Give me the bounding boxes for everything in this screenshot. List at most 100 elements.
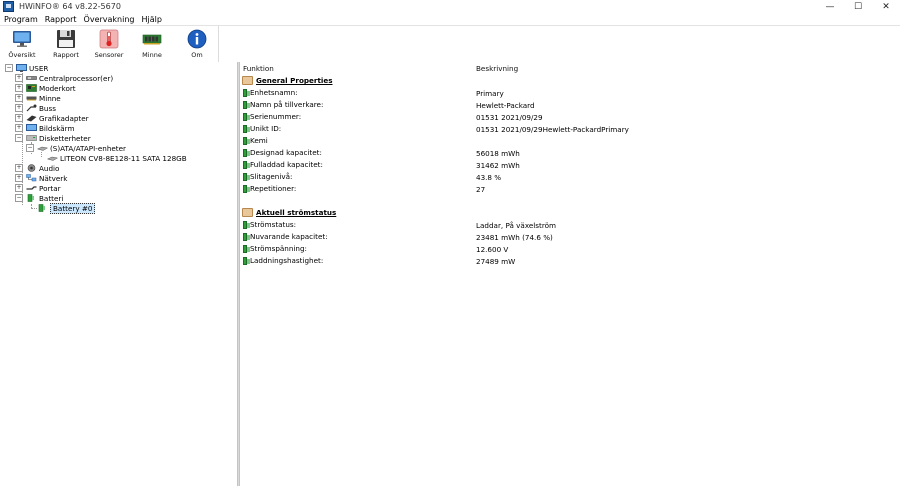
row-name: Designad kapacitet: [250, 148, 322, 157]
expand-icon[interactable]: + [15, 104, 23, 112]
table-row[interactable]: Slitagenivå: [243, 171, 292, 182]
tree-item-root[interactable]: − USER [5, 63, 48, 73]
speaker-icon [26, 164, 37, 172]
app-icon [3, 1, 14, 12]
sensors-button[interactable]: Sensorer [87, 29, 131, 59]
battery-icon [243, 184, 250, 193]
close-button[interactable]: ✕ [872, 0, 900, 13]
expand-icon[interactable]: + [15, 84, 23, 92]
battery-icon [243, 148, 250, 157]
battery-icon [243, 112, 250, 121]
battery-icon [243, 88, 250, 97]
collapse-icon[interactable]: − [5, 64, 13, 72]
about-button[interactable]: Om [175, 29, 219, 59]
tree-item-liteon[interactable]: LITEON CV8-8E128-11 SATA 128GB [46, 153, 187, 163]
tree-label: Nätverk [39, 173, 68, 183]
expand-icon[interactable]: + [15, 74, 23, 82]
gpu-icon [26, 114, 37, 122]
tree-item-audio[interactable]: + Audio [15, 163, 59, 173]
tree-item-memory[interactable]: + Minne [15, 93, 61, 103]
expand-icon[interactable]: + [15, 174, 23, 182]
expand-icon[interactable]: + [15, 114, 23, 122]
info-icon [187, 29, 207, 49]
maximize-button[interactable]: ☐ [844, 0, 872, 13]
row-value: Primary [476, 89, 504, 98]
tree-item-network[interactable]: + Nätverk [15, 173, 67, 183]
disk-icon [46, 154, 59, 162]
row-name: Fulladdad kapacitet: [250, 160, 323, 169]
column-header-description[interactable]: Beskrivning [476, 64, 518, 73]
port-icon [26, 184, 37, 192]
expand-icon[interactable]: + [15, 164, 23, 172]
table-row[interactable]: Serienummer: [243, 111, 301, 122]
minimize-button[interactable]: — [816, 0, 844, 13]
row-value: 01531 2021/09/29 [476, 113, 543, 122]
report-button[interactable]: Rapport [44, 29, 88, 59]
tree-item-sata[interactable]: − (S)ATA/ATAPI-enheter [26, 143, 126, 153]
tree-label: Buss [39, 103, 56, 113]
battery-icon [37, 204, 48, 212]
battery-icon [243, 220, 250, 229]
table-row[interactable]: Fulladdad kapacitet: [243, 159, 323, 170]
sensors-label: Sensorer [94, 51, 124, 59]
drive-icon [26, 134, 37, 142]
expand-icon[interactable]: + [15, 124, 23, 132]
menu-hjalp[interactable]: Hjälp [137, 15, 164, 24]
row-name: Namn på tillverkare: [250, 100, 324, 109]
row-value: 31462 mWh [476, 161, 520, 170]
section-icon [242, 76, 253, 85]
row-name: Nuvarande kapacitet: [250, 232, 328, 241]
expand-icon[interactable]: + [15, 94, 23, 102]
row-value: 01531 2021/09/29Hewlett-PackardPrimary [476, 125, 629, 134]
table-row[interactable]: Namn på tillverkare: [243, 99, 323, 110]
collapse-icon[interactable]: − [15, 134, 23, 142]
table-row[interactable]: Designad kapacitet: [243, 147, 322, 158]
toolbar: Översikt Rapport Sensorer Minne Om [0, 25, 900, 63]
tree-item-battery[interactable]: − Batteri [15, 193, 63, 203]
section-title: General Properties [256, 76, 333, 85]
memory-button[interactable]: Minne [130, 29, 174, 59]
tree-label: Audio [39, 163, 60, 173]
tree-item-battery-0[interactable]: Battery #0 [37, 202, 96, 214]
tree-item-bus[interactable]: + Buss [15, 103, 56, 113]
monitor-icon [12, 29, 32, 49]
about-label: Om [191, 51, 203, 59]
table-row[interactable]: Strömspänning: [243, 243, 307, 254]
network-icon [26, 174, 37, 182]
tree-item-motherboard[interactable]: + Moderkort [15, 83, 76, 93]
memory-icon [26, 94, 37, 102]
tree-item-cpu[interactable]: + Centralprocessor(er) [15, 73, 113, 83]
row-value: Hewlett-Packard [476, 101, 535, 110]
tree-label-root: USER [29, 63, 49, 73]
overview-label: Översikt [8, 51, 36, 59]
menu-program[interactable]: Program [0, 15, 41, 24]
title-bar: HWiNFO® 64 v8.22-5670 — ☐ ✕ [0, 0, 900, 13]
tree-label: Grafikadapter [39, 113, 89, 123]
table-row[interactable]: Kemi [243, 135, 268, 146]
table-row[interactable]: Repetitioner: [243, 183, 296, 194]
table-row[interactable]: Nuvarande kapacitet: [243, 231, 328, 242]
tree-item-drives[interactable]: − Disketterheter [15, 133, 91, 143]
table-row[interactable]: Enhetsnamn: [243, 87, 298, 98]
table-row[interactable]: Unikt ID: [243, 123, 281, 134]
column-header-function[interactable]: Funktion [243, 64, 274, 73]
tree-item-gpu[interactable]: + Grafikadapter [15, 113, 89, 123]
section-title: Aktuell strömstatus [256, 208, 337, 217]
menu-rapport[interactable]: Rapport [41, 15, 80, 24]
tree-label: Batteri [39, 193, 64, 203]
device-tree[interactable]: − USER + Centralprocessor(er) + Moderkor… [0, 62, 237, 486]
collapse-icon[interactable]: − [15, 194, 23, 202]
battery-icon [26, 194, 37, 202]
menu-overvakning[interactable]: Övervakning [80, 15, 138, 24]
table-row[interactable]: Laddningshastighet: [243, 255, 323, 266]
tree-item-display[interactable]: + Bildskärm [15, 123, 75, 133]
tree-item-ports[interactable]: + Portar [15, 183, 61, 193]
computer-icon [16, 64, 27, 72]
collapse-icon[interactable]: − [26, 144, 34, 152]
display-icon [26, 124, 37, 132]
overview-button[interactable]: Översikt [0, 29, 44, 59]
table-row[interactable]: Strömstatus: [243, 219, 296, 230]
battery-icon [243, 232, 250, 241]
section-header: General Properties [242, 75, 333, 86]
expand-icon[interactable]: + [15, 184, 23, 192]
